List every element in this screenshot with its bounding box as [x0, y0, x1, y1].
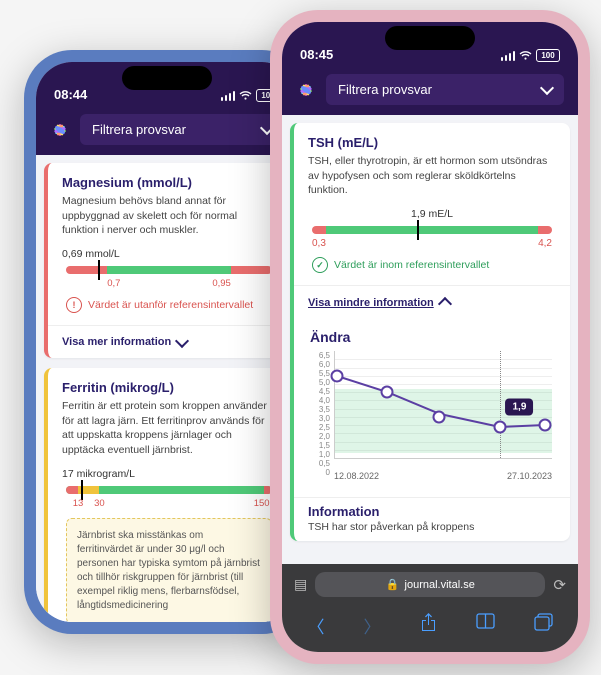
notch	[385, 26, 475, 50]
url-text: journal.vital.se	[405, 579, 475, 591]
result-card-magnesium: Magnesium (mmol/L) Magnesium behövs blan…	[44, 163, 290, 358]
result-card-tsh: TSH (mE/L) TSH, eller thyrotropin, är et…	[290, 123, 570, 541]
app-logo-icon	[50, 120, 70, 140]
section-title-change: Ändra	[310, 329, 554, 345]
signal-icon	[501, 51, 516, 61]
filter-dropdown[interactable]: Filtrera provsvar	[326, 74, 564, 105]
wifi-icon	[519, 51, 532, 61]
url-bar[interactable]: 🔒 journal.vital.se	[315, 572, 545, 597]
plot-area: 1,9	[334, 351, 552, 459]
result-card-ferritin: Ferritin (mikrog/L) Ferritin är ett prot…	[44, 368, 290, 622]
range-low: 0,3	[312, 238, 326, 249]
data-point[interactable]	[493, 420, 506, 433]
notch	[122, 66, 212, 90]
forward-icon[interactable]: 〉	[364, 613, 381, 638]
section-info-body: TSH har stor påverkan på kroppens	[294, 521, 570, 541]
app-header: Filtrera provsvar	[36, 104, 298, 155]
x-axis: 12.08.2022 27.10.2023	[334, 471, 552, 481]
check-icon: ✓	[312, 257, 328, 273]
phone-left: 08:44 100 Filtrera provsvar Magnesium (m…	[24, 50, 310, 634]
expand-toggle[interactable]: Visa mer information	[48, 325, 290, 358]
filter-label: Filtrera provsvar	[92, 122, 186, 137]
lock-icon: 🔒	[386, 578, 400, 591]
range-bar	[62, 266, 276, 274]
chevron-up-icon	[438, 297, 452, 311]
collapse-label: Visa mindre information	[308, 297, 434, 309]
content-right[interactable]: TSH (mE/L) TSH, eller thyrotropin, är et…	[282, 115, 578, 564]
status-time: 08:45	[300, 47, 333, 62]
signal-icon	[221, 91, 236, 101]
card-desc: Ferritin är ett protein som kroppen anvä…	[62, 399, 276, 458]
data-point[interactable]	[381, 386, 394, 399]
content-left[interactable]: Magnesium (mmol/L) Magnesium behövs blan…	[36, 155, 298, 622]
x-label-end: 27.10.2023	[507, 471, 552, 481]
chevron-down-icon	[540, 81, 554, 95]
range-bar	[62, 486, 276, 494]
status-message-in: ✓ Värdet är inom referensintervallet	[312, 257, 552, 273]
info-box: Järnbrist ska misstänkas om ferritinvärd…	[66, 518, 272, 622]
status-message-out: ! Värdet är utanför referensintervallet	[66, 297, 272, 313]
lim-a: 13	[73, 498, 84, 509]
status-icons: 100	[501, 49, 561, 62]
range-high: 4,2	[538, 238, 552, 249]
card-value: 0,69 mmol/L	[62, 248, 276, 260]
card-value: 1,9 mE/L	[308, 208, 556, 220]
range-bar	[308, 226, 556, 234]
y-axis: 6,56,05,55,04,54,03,53,02,52,01,51,00,50	[310, 351, 330, 459]
collapse-toggle[interactable]: Visa mindre information	[294, 285, 570, 319]
section-title-info: Information	[294, 497, 570, 521]
card-value: 17 mikrogram/L	[62, 468, 276, 480]
chevron-down-icon	[175, 333, 189, 347]
screen-right: 08:45 100 Filtrera provsvar TSH (mE/L) T…	[282, 22, 578, 652]
value-tag: 1,9	[505, 398, 533, 415]
expand-label: Visa mer information	[62, 336, 171, 348]
card-title: Ferritin (mikrog/L)	[62, 380, 276, 395]
card-desc: TSH, eller thyrotropin, är ett hormon so…	[308, 154, 556, 198]
battery-icon: 100	[536, 49, 560, 62]
x-label-start: 12.08.2022	[334, 471, 379, 481]
safari-toolbar: 〈 〉	[282, 605, 578, 652]
share-icon[interactable]	[420, 613, 437, 638]
bookmarks-icon[interactable]	[476, 613, 495, 638]
card-desc: Magnesium behövs bland annat för uppbygg…	[62, 194, 276, 238]
filter-label: Filtrera provsvar	[338, 82, 432, 97]
lim-b: 30	[94, 498, 105, 509]
status-text: Värdet är inom referensintervallet	[334, 259, 489, 271]
back-icon[interactable]: 〈	[308, 613, 325, 638]
status-time: 08:44	[54, 87, 87, 102]
wifi-icon	[239, 91, 252, 101]
reader-icon[interactable]: ▤	[294, 576, 307, 593]
data-point[interactable]	[539, 419, 552, 432]
app-header: Filtrera provsvar	[282, 64, 578, 115]
range-high: 0,95	[212, 278, 231, 289]
card-title: Magnesium (mmol/L)	[62, 175, 276, 190]
trend-chart: 6,56,05,55,04,54,03,53,02,52,01,51,00,50	[310, 351, 554, 481]
safari-urlbar-row: ▤ 🔒 journal.vital.se ⟳	[282, 564, 578, 605]
data-point[interactable]	[331, 369, 344, 382]
app-logo-icon	[296, 80, 316, 100]
alert-icon: !	[66, 297, 82, 313]
tabs-icon[interactable]	[534, 613, 553, 638]
screen-left: 08:44 100 Filtrera provsvar Magnesium (m…	[36, 62, 298, 622]
phone-right: 08:45 100 Filtrera provsvar TSH (mE/L) T…	[270, 10, 590, 664]
data-point[interactable]	[433, 410, 446, 423]
filter-dropdown[interactable]: Filtrera provsvar	[80, 114, 284, 145]
range-low: 0,7	[107, 278, 120, 289]
card-title: TSH (mE/L)	[308, 135, 556, 150]
lim-c: 150	[254, 498, 270, 509]
reload-icon[interactable]: ⟳	[553, 576, 566, 594]
status-text: Värdet är utanför referensintervallet	[88, 299, 253, 311]
